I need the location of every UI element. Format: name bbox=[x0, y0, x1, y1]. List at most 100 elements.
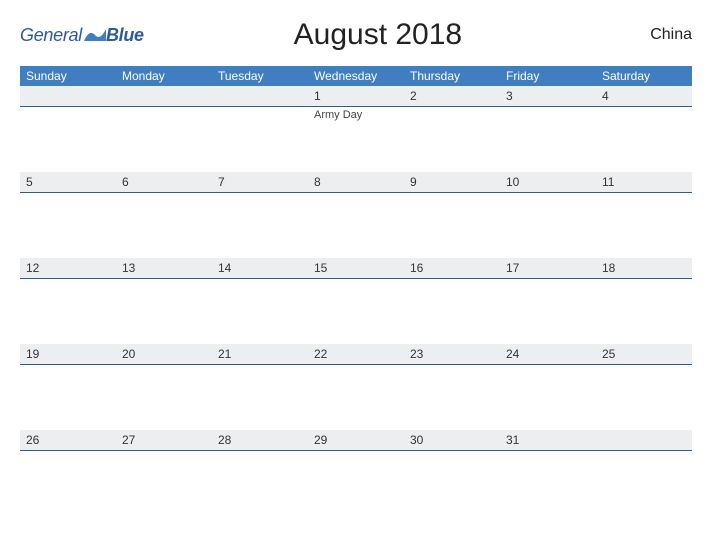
event-cell bbox=[308, 279, 404, 344]
date-cell: 10 bbox=[500, 172, 596, 192]
date-cell: 21 bbox=[212, 344, 308, 364]
date-cell: 7 bbox=[212, 172, 308, 192]
event-cell bbox=[212, 451, 308, 500]
event-cell bbox=[404, 193, 500, 258]
date-cell bbox=[596, 430, 692, 450]
event-cell bbox=[404, 279, 500, 344]
event-cell bbox=[596, 107, 692, 172]
event-cell bbox=[500, 451, 596, 500]
date-cell: 28 bbox=[212, 430, 308, 450]
header: General Blue August 2018 China bbox=[20, 18, 692, 52]
date-cell: 20 bbox=[116, 344, 212, 364]
week-row: 26 27 28 29 30 31 bbox=[20, 430, 692, 500]
event-cell bbox=[596, 365, 692, 430]
brand-text-1: General bbox=[20, 25, 82, 46]
date-cell: 9 bbox=[404, 172, 500, 192]
date-cell: 30 bbox=[404, 430, 500, 450]
date-strip: 26 27 28 29 30 31 bbox=[20, 430, 692, 451]
date-cell bbox=[212, 86, 308, 106]
date-cell: 23 bbox=[404, 344, 500, 364]
event-cell bbox=[308, 193, 404, 258]
event-cell bbox=[212, 279, 308, 344]
event-cell bbox=[116, 451, 212, 500]
event-cell bbox=[500, 365, 596, 430]
day-of-week-header: Sunday Monday Tuesday Wednesday Thursday… bbox=[20, 66, 692, 86]
date-strip: 1 2 3 4 bbox=[20, 86, 692, 107]
dow-sun: Sunday bbox=[20, 66, 116, 86]
event-cell bbox=[20, 107, 116, 172]
event-strip bbox=[20, 451, 692, 500]
event-strip: Army Day bbox=[20, 107, 692, 172]
date-cell: 13 bbox=[116, 258, 212, 278]
event-cell bbox=[596, 451, 692, 500]
event-cell bbox=[116, 193, 212, 258]
date-cell: 19 bbox=[20, 344, 116, 364]
event-cell bbox=[212, 365, 308, 430]
event-strip bbox=[20, 365, 692, 430]
event-strip bbox=[20, 193, 692, 258]
week-row: 19 20 21 22 23 24 25 bbox=[20, 344, 692, 430]
dow-mon: Monday bbox=[116, 66, 212, 86]
country-label: China bbox=[612, 26, 692, 44]
date-cell: 31 bbox=[500, 430, 596, 450]
date-cell: 24 bbox=[500, 344, 596, 364]
event-strip bbox=[20, 279, 692, 344]
brand-text-2: Blue bbox=[106, 25, 144, 46]
week-row: 1 2 3 4 Army Day bbox=[20, 86, 692, 172]
date-cell: 2 bbox=[404, 86, 500, 106]
event-cell bbox=[20, 365, 116, 430]
date-cell: 15 bbox=[308, 258, 404, 278]
week-row: 5 6 7 8 9 10 11 bbox=[20, 172, 692, 258]
date-strip: 19 20 21 22 23 24 25 bbox=[20, 344, 692, 365]
wave-icon bbox=[84, 27, 106, 43]
dow-tue: Tuesday bbox=[212, 66, 308, 86]
dow-wed: Wednesday bbox=[308, 66, 404, 86]
dow-sat: Saturday bbox=[596, 66, 692, 86]
date-cell: 29 bbox=[308, 430, 404, 450]
event-cell bbox=[404, 365, 500, 430]
date-cell: 3 bbox=[500, 86, 596, 106]
event-cell bbox=[500, 193, 596, 258]
date-cell: 17 bbox=[500, 258, 596, 278]
date-cell: 12 bbox=[20, 258, 116, 278]
event-cell bbox=[20, 193, 116, 258]
event-cell bbox=[116, 107, 212, 172]
date-cell: 26 bbox=[20, 430, 116, 450]
date-cell: 4 bbox=[596, 86, 692, 106]
event-cell bbox=[500, 107, 596, 172]
dow-fri: Friday bbox=[500, 66, 596, 86]
event-cell bbox=[116, 365, 212, 430]
date-cell bbox=[20, 86, 116, 106]
event-cell bbox=[500, 279, 596, 344]
event-cell bbox=[404, 107, 500, 172]
event-cell: Army Day bbox=[308, 107, 404, 172]
event-cell bbox=[116, 279, 212, 344]
event-cell bbox=[20, 279, 116, 344]
brand-logo: General Blue bbox=[20, 25, 144, 46]
event-cell bbox=[212, 193, 308, 258]
dow-thu: Thursday bbox=[404, 66, 500, 86]
date-cell: 25 bbox=[596, 344, 692, 364]
date-cell: 16 bbox=[404, 258, 500, 278]
event-cell bbox=[596, 193, 692, 258]
date-cell: 14 bbox=[212, 258, 308, 278]
date-strip: 12 13 14 15 16 17 18 bbox=[20, 258, 692, 279]
date-cell: 18 bbox=[596, 258, 692, 278]
event-cell bbox=[404, 451, 500, 500]
event-cell bbox=[596, 279, 692, 344]
date-cell: 8 bbox=[308, 172, 404, 192]
date-strip: 5 6 7 8 9 10 11 bbox=[20, 172, 692, 193]
date-cell: 1 bbox=[308, 86, 404, 106]
week-row: 12 13 14 15 16 17 18 bbox=[20, 258, 692, 344]
date-cell: 22 bbox=[308, 344, 404, 364]
date-cell: 5 bbox=[20, 172, 116, 192]
event-cell bbox=[212, 107, 308, 172]
calendar-grid: 1 2 3 4 Army Day 5 6 7 8 9 10 11 bbox=[20, 86, 692, 500]
date-cell: 27 bbox=[116, 430, 212, 450]
event-cell bbox=[20, 451, 116, 500]
event-cell bbox=[308, 451, 404, 500]
date-cell: 6 bbox=[116, 172, 212, 192]
event-cell bbox=[308, 365, 404, 430]
date-cell bbox=[116, 86, 212, 106]
page-title: August 2018 bbox=[144, 18, 612, 52]
